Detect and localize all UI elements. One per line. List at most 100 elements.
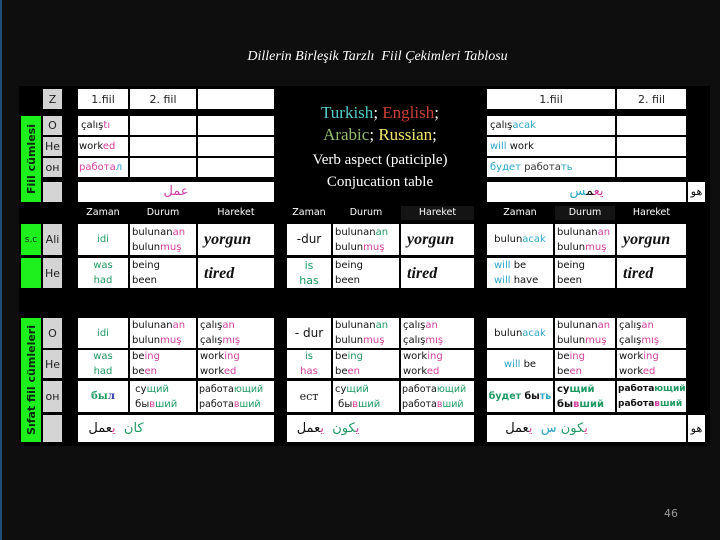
cell-line: is xyxy=(305,350,313,364)
text-segment: ть xyxy=(560,162,573,173)
text-segment: bulun xyxy=(335,241,364,253)
text-segment: work xyxy=(506,141,534,152)
cell-line: çalışan xyxy=(200,318,274,333)
finite-future-o: çalışacak xyxy=(487,116,615,135)
cell-line: bulunmuş xyxy=(335,333,399,348)
text-segment: س xyxy=(540,420,557,436)
text-segment: су xyxy=(132,383,147,395)
text-segment: had xyxy=(93,275,113,286)
cell-line: работающий xyxy=(199,382,274,397)
text-segment: ть xyxy=(539,391,552,402)
cell-line: idi xyxy=(97,326,109,341)
text-segment: an xyxy=(375,320,389,331)
pronoun-he: He xyxy=(43,350,62,378)
cell-line: had xyxy=(94,364,113,378)
text-segment: an xyxy=(641,320,654,331)
text-segment: -dur xyxy=(296,232,322,246)
text-segment: работа xyxy=(618,383,655,394)
text-segment: ing xyxy=(643,351,659,362)
text-segment: bulunan xyxy=(557,320,598,331)
text-segment: is xyxy=(304,259,314,272)
text-segment: tı xyxy=(103,120,111,131)
part-future-hareket: working worked xyxy=(617,350,686,378)
text-segment: work xyxy=(403,366,427,377)
text-segment: ший xyxy=(239,398,261,410)
part-past-zaman: idi xyxy=(78,318,128,348)
text-segment: been xyxy=(557,275,582,286)
text-segment: will xyxy=(490,141,507,152)
cell-line: has xyxy=(300,364,318,378)
arabic-pronoun-huwa: هو xyxy=(688,182,705,202)
text-segment xyxy=(532,421,540,436)
text-segment: be xyxy=(510,260,527,271)
cell-line: работающий xyxy=(402,382,474,397)
adj-future-zaman: bulunacak xyxy=(487,224,553,255)
text-segment: English xyxy=(382,103,435,122)
text-segment: бы xyxy=(335,398,353,410)
col-header-hareket: Hareket xyxy=(401,206,474,220)
text-segment: acak xyxy=(522,234,546,245)
text-segment: bulun xyxy=(132,241,161,253)
text-segment: çalış xyxy=(81,120,104,131)
part-future-durum: сущий бывший xyxy=(555,381,615,412)
cell-line: will be xyxy=(504,357,536,372)
label-sc: s.c xyxy=(21,224,41,255)
header-2-fiil: 2. fiil xyxy=(130,89,196,109)
text-segment: have xyxy=(510,275,539,286)
text-segment: будет xyxy=(490,162,521,173)
text-segment: will xyxy=(503,358,521,370)
adj-present-hareket: yorgun xyxy=(401,224,474,255)
empty-cell xyxy=(617,116,686,135)
cell-line: يكون يعمل xyxy=(297,420,360,438)
empty-cell xyxy=(130,137,196,156)
text-segment: ed xyxy=(102,141,116,152)
empty-cell xyxy=(198,158,274,177)
cell-line: bulunmuş xyxy=(557,240,615,255)
cell-line: сущий xyxy=(335,382,399,397)
text-segment: ي xyxy=(355,420,360,436)
cell-line: будет работать xyxy=(490,160,615,175)
text-segment: en xyxy=(569,366,583,377)
cell-line: yorgun xyxy=(407,232,474,248)
text-segment: ший xyxy=(659,398,683,409)
text-segment: muş xyxy=(585,241,607,253)
cell-line: çalışmış xyxy=(200,333,274,348)
text-segment: work xyxy=(619,366,643,377)
cell-line: bulunanan xyxy=(132,225,196,240)
label-sifat-fiil-text: Sıfat fiil cümleleri xyxy=(24,325,38,435)
text-segment: работа xyxy=(402,383,437,395)
text-segment: acak xyxy=(522,327,546,339)
text-segment: work xyxy=(619,351,644,362)
cell-line: работавший xyxy=(199,397,274,412)
text-segment: will xyxy=(494,275,511,286)
text-segment: work xyxy=(200,351,225,362)
part-past-hareket: работающий работавший xyxy=(198,381,274,412)
label-fiil-cumlesi: Fiil cümlesi xyxy=(21,116,41,202)
cell-line: been xyxy=(335,364,399,378)
part-past-zaman: was had xyxy=(78,350,128,378)
part-present-durum: bulunanan bulunmuş xyxy=(333,318,399,348)
text-segment: mış xyxy=(425,335,444,346)
text-segment: çalış xyxy=(490,120,513,131)
cell-line: bulunmuş xyxy=(557,333,615,348)
part-future-zaman: bulunacak xyxy=(487,318,553,348)
cell-line: working xyxy=(200,350,274,364)
cell-line: bulunanan xyxy=(557,225,615,240)
part-past-durum: being been xyxy=(130,350,196,378)
text-segment: ing xyxy=(224,351,240,362)
text-segment: bulun xyxy=(335,335,364,346)
col-header-zaman: Zaman xyxy=(292,207,326,218)
adj-present-zaman: -dur xyxy=(287,224,331,255)
text-segment: has xyxy=(300,366,318,377)
pronoun-blank xyxy=(43,415,62,442)
text-segment: ing xyxy=(144,351,160,362)
label-fiil-cumlesi-text: Fiil cümlesi xyxy=(24,123,38,195)
part-present-arabic: يكون يعمل xyxy=(287,415,474,442)
header-1-fiil: 1.fiil xyxy=(78,89,128,109)
cell-line: бывший xyxy=(132,397,196,412)
cell-line: работал xyxy=(79,160,128,175)
col-header-durum: Durum xyxy=(349,207,383,218)
pronoun-on: он xyxy=(43,381,62,412)
text-segment: عمل xyxy=(163,184,189,199)
text-segment: كون xyxy=(332,420,356,436)
